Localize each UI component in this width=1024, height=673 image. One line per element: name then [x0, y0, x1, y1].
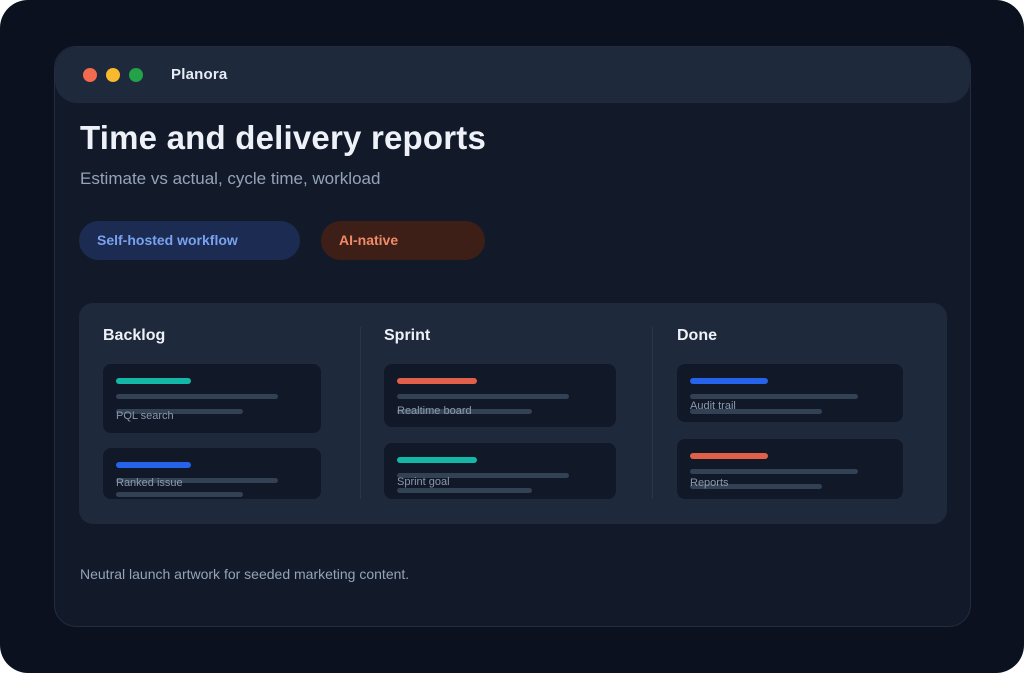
page-subtitle: Estimate vs actual, cycle time, workload	[80, 169, 381, 188]
card-ranked-issue[interactable]: Ranked issue	[103, 448, 321, 499]
card-placeholder-line	[116, 394, 278, 399]
card-accent-bar	[116, 462, 191, 468]
artwork-frame: Planora Time and delivery reports Estima…	[0, 0, 1024, 673]
column-title-sprint: Sprint	[384, 327, 431, 344]
column-title-backlog: Backlog	[103, 327, 166, 344]
title-bar: Planora	[55, 47, 970, 103]
card-accent-bar	[690, 378, 768, 384]
card-label: PQL search	[116, 410, 174, 422]
card-placeholder-line	[690, 394, 858, 399]
app-title: Planora	[171, 66, 228, 83]
footer-note: Neutral launch artwork for seeded market…	[80, 566, 410, 582]
card-accent-bar	[116, 378, 191, 384]
app-window: Planora Time and delivery reports Estima…	[54, 46, 971, 627]
card-placeholder-line	[397, 394, 569, 399]
card-label: Sprint goal	[397, 476, 450, 488]
column-divider	[652, 327, 653, 499]
column-title-done: Done	[677, 327, 717, 344]
card-label: Reports	[690, 477, 729, 489]
card-reports[interactable]: Reports	[677, 439, 903, 499]
card-accent-bar	[397, 457, 477, 463]
card-sprint-goal[interactable]: Sprint goal	[384, 443, 616, 499]
card-accent-bar	[397, 378, 477, 384]
card-placeholder-line	[397, 488, 532, 493]
column-divider	[360, 327, 361, 499]
card-placeholder-line	[116, 492, 243, 497]
card-accent-bar	[690, 453, 768, 459]
card-placeholder-line	[690, 469, 858, 474]
maximize-window-button[interactable]	[129, 68, 143, 82]
card-audit-trail[interactable]: Audit trail	[677, 364, 903, 422]
minimize-window-button[interactable]	[106, 68, 120, 82]
card-label: Audit trail	[690, 400, 736, 412]
tag-ai-native: AI-native	[321, 221, 485, 260]
kanban-board: Backlog PQL search Ranked issue Sprint R…	[79, 303, 947, 524]
page-title: Time and delivery reports	[80, 119, 487, 156]
card-label: Ranked issue	[116, 477, 183, 489]
tag-self-hosted-workflow: Self-hosted workflow	[79, 221, 300, 260]
card-label: Realtime board	[397, 405, 472, 417]
card-pql-search[interactable]: PQL search	[103, 364, 321, 433]
card-realtime-board[interactable]: Realtime board	[384, 364, 616, 427]
close-window-button[interactable]	[83, 68, 97, 82]
